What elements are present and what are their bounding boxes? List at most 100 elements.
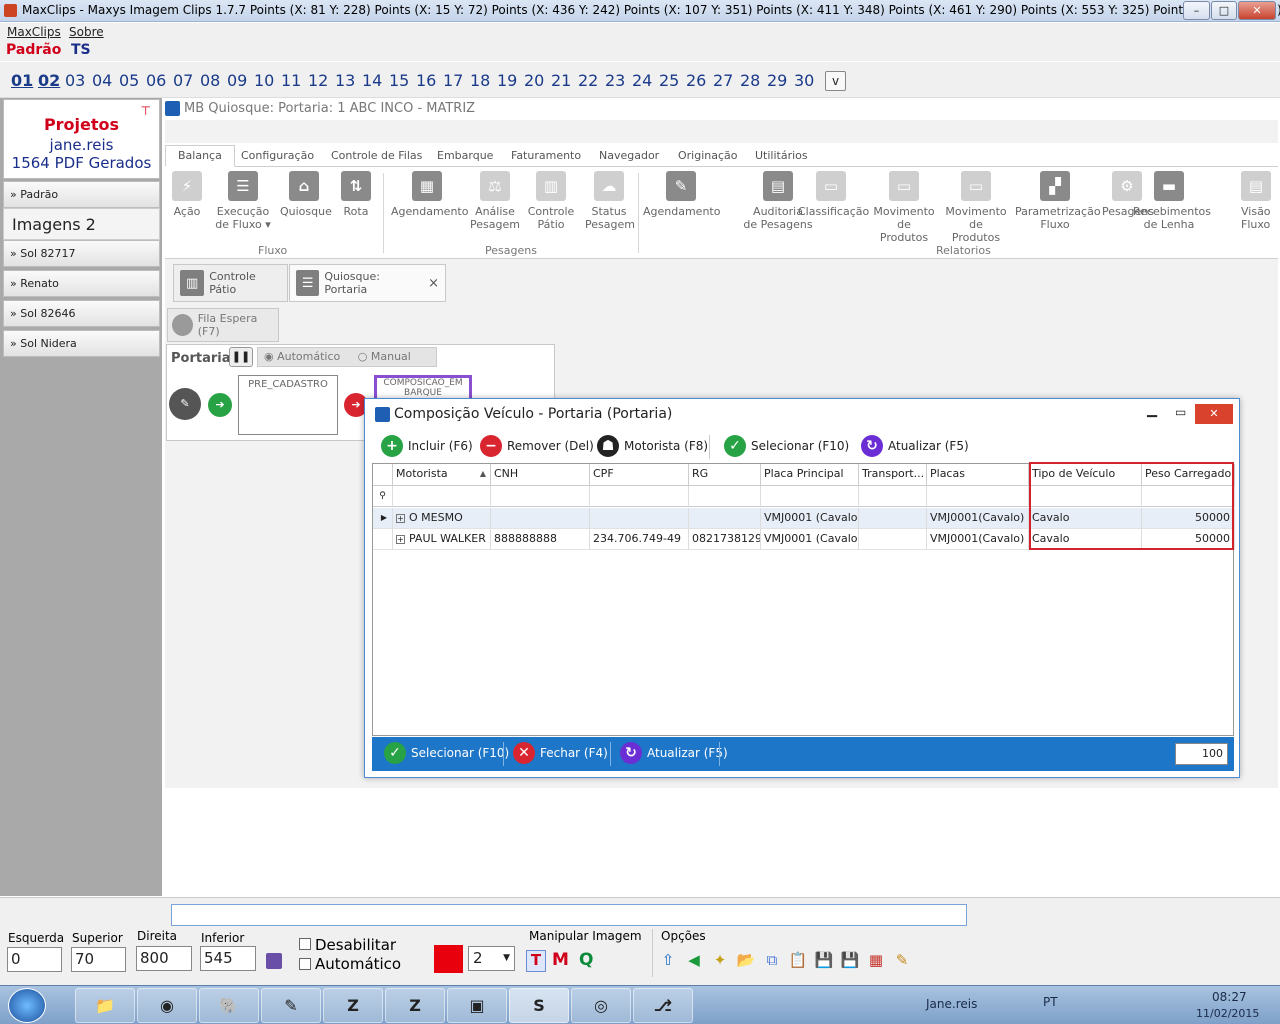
- ribbon-tab-6[interactable]: Originação: [678, 149, 738, 162]
- dialog-close-button[interactable]: ✕: [1195, 404, 1233, 424]
- expand-icon[interactable]: +: [396, 535, 405, 544]
- menu-maxclips[interactable]: MaxClips: [7, 25, 61, 39]
- page-25[interactable]: 25: [659, 71, 679, 90]
- ribbon-button-11[interactable]: ▭ Movimento de Produtos: [873, 171, 935, 244]
- option-icon-6[interactable]: 💾: [814, 951, 834, 971]
- remote-desktop-icon[interactable]: ▣: [447, 988, 507, 1023]
- atualizar-button[interactable]: ↻ Atualizar (F5): [861, 435, 969, 457]
- inferior-input[interactable]: 545: [200, 946, 256, 971]
- page-23[interactable]: 23: [605, 71, 625, 90]
- page-21[interactable]: 21: [551, 71, 571, 90]
- fila-espera-button[interactable]: Fila Espera (F7): [167, 308, 279, 342]
- ribbon-button-8[interactable]: ✎ Agendamento: [643, 171, 720, 218]
- m-tool-icon[interactable]: M: [552, 950, 569, 970]
- option-icon-0[interactable]: ⇧: [658, 951, 678, 971]
- table-cell[interactable]: + PAUL WALKER: [393, 529, 491, 550]
- ribbon-button-3[interactable]: ⇅ Rota: [339, 171, 373, 218]
- ribbon-button-5[interactable]: ⚖ Análise Pesagem: [470, 171, 520, 231]
- q-tool-icon[interactable]: Q: [579, 950, 593, 970]
- network-app-icon[interactable]: ◎: [571, 988, 631, 1023]
- pause-icon[interactable]: ❚❚: [229, 347, 253, 367]
- table-cell[interactable]: + O MESMO: [393, 508, 491, 529]
- bottom-atualizar-button[interactable]: ↻ Atualizar (F5): [620, 742, 728, 764]
- bottom-selecionar-button[interactable]: ✓ Selecionar (F10): [384, 742, 509, 764]
- column-header-0[interactable]: Motorista ▲: [393, 464, 491, 486]
- ribbon-tab-2[interactable]: Controle de Filas: [331, 149, 422, 162]
- page-27[interactable]: 27: [713, 71, 733, 90]
- page-18[interactable]: 18: [470, 71, 490, 90]
- page-01[interactable]: 01: [11, 71, 33, 90]
- app-z2-icon[interactable]: Z: [385, 988, 445, 1023]
- expand-icon[interactable]: +: [396, 514, 405, 523]
- sidebar-item-padrao[interactable]: » Padrão: [3, 181, 160, 208]
- text-tool-icon[interactable]: T: [526, 950, 546, 972]
- page-16[interactable]: 16: [416, 71, 436, 90]
- radio-automatico[interactable]: ◉ Automático: [264, 350, 340, 363]
- page-29[interactable]: 29: [767, 71, 787, 90]
- ribbon-button-6[interactable]: ▥ Controle Pátio: [527, 171, 575, 231]
- path-input[interactable]: [171, 904, 967, 926]
- table-cell[interactable]: VMJ0001(Cavalo): [927, 529, 1029, 550]
- remover-button[interactable]: − Remover (Del): [480, 435, 594, 457]
- page-20[interactable]: 20: [524, 71, 544, 90]
- skype-icon[interactable]: S: [509, 988, 569, 1023]
- table-cell[interactable]: 234.706.749-49: [590, 529, 689, 550]
- page-17[interactable]: 17: [443, 71, 463, 90]
- sidebar-item-3[interactable]: » Sol Nidera: [3, 330, 160, 357]
- size-select[interactable]: 2 ▼: [468, 946, 515, 971]
- row-indicator[interactable]: [373, 529, 393, 550]
- superior-input[interactable]: 70: [71, 947, 126, 972]
- filter-cell[interactable]: [590, 486, 689, 507]
- option-icon-3[interactable]: 📂: [736, 951, 756, 971]
- menu-sobre[interactable]: Sobre: [69, 25, 104, 39]
- ribbon-button-13[interactable]: ▞ Parametrização Fluxo: [1015, 171, 1101, 231]
- ribbon-button-0[interactable]: ⚡ Ação: [172, 171, 202, 218]
- dialog-minimize-icon[interactable]: ▁: [1147, 403, 1157, 418]
- option-icon-7[interactable]: 💾: [840, 951, 860, 971]
- filter-cell[interactable]: [491, 486, 590, 507]
- ribbon-button-16[interactable]: ▤ Visão Fluxo: [1241, 171, 1271, 231]
- page-30[interactable]: 30: [794, 71, 814, 90]
- column-header-6[interactable]: Placas: [927, 464, 1029, 486]
- option-icon-5[interactable]: 📋: [788, 951, 808, 971]
- desabilitar-checkbox[interactable]: [299, 938, 311, 950]
- ribbon-tab-3[interactable]: Embarque: [437, 149, 493, 162]
- motorista-button[interactable]: ☗ Motorista (F8): [597, 435, 708, 457]
- sidebar-item-2[interactable]: » Sol 82646: [3, 300, 160, 327]
- esquerda-input[interactable]: 0: [7, 947, 62, 972]
- option-icon-9[interactable]: ✎: [892, 951, 912, 971]
- filter-cell[interactable]: [859, 486, 927, 507]
- table-cell[interactable]: VMJ0001 (Cavalo): [761, 508, 859, 529]
- radio-manual[interactable]: ○ Manual: [358, 350, 411, 363]
- page-13[interactable]: 13: [335, 71, 355, 90]
- postgres-icon[interactable]: 🐘: [199, 988, 259, 1023]
- option-icon-4[interactable]: ⧉: [762, 951, 782, 971]
- page-05[interactable]: 05: [119, 71, 139, 90]
- page-03[interactable]: 03: [65, 71, 85, 90]
- ribbon-button-15[interactable]: ▬ Recebimentos de Lenha: [1133, 171, 1211, 231]
- filter-cell[interactable]: [761, 486, 859, 507]
- page-08[interactable]: 08: [200, 71, 220, 90]
- option-icon-2[interactable]: ✦: [710, 951, 730, 971]
- profile-padrao[interactable]: Padrão: [6, 42, 61, 58]
- language-indicator[interactable]: PT: [1043, 995, 1058, 1009]
- filter-cell[interactable]: [927, 486, 1029, 507]
- arrow-right-green-icon[interactable]: ➔: [208, 393, 232, 417]
- ribbon-tab-4[interactable]: Faturamento: [511, 149, 581, 162]
- table-cell[interactable]: VMJ0001 (Cavalo): [761, 529, 859, 550]
- maximize-button[interactable]: □: [1211, 1, 1237, 20]
- incluir-button[interactable]: + Incluir (F6): [381, 435, 473, 457]
- option-icon-1[interactable]: ◀: [684, 951, 704, 971]
- table-cell[interactable]: VMJ0001(Cavalo): [927, 508, 1029, 529]
- column-header-2[interactable]: CPF: [590, 464, 689, 486]
- sidebar-item-0[interactable]: » Sol 82717: [3, 240, 160, 267]
- page-26[interactable]: 26: [686, 71, 706, 90]
- chrome-icon[interactable]: ◉: [137, 988, 197, 1023]
- ribbon-button-4[interactable]: ▦ Agendamento: [391, 171, 468, 218]
- page-more-button[interactable]: v: [825, 71, 846, 91]
- minimize-button[interactable]: –: [1183, 1, 1210, 20]
- page-size-input[interactable]: 100: [1175, 743, 1228, 765]
- color-swatch[interactable]: [434, 945, 463, 973]
- bottom-fechar-button[interactable]: ✕ Fechar (F4): [513, 742, 608, 764]
- page-22[interactable]: 22: [578, 71, 598, 90]
